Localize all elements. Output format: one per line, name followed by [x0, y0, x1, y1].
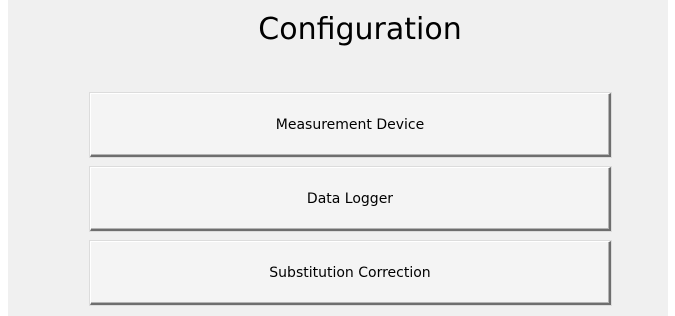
substitution-correction-button-label: Substitution Correction [269, 264, 431, 281]
measurement-device-button-label: Measurement Device [275, 116, 425, 133]
measurement-device-button[interactable]: Measurement Device [90, 93, 611, 157]
data-logger-button-label: Data Logger [306, 190, 394, 207]
substitution-correction-button[interactable]: Substitution Correction [90, 241, 611, 305]
data-logger-button[interactable]: Data Logger [90, 167, 611, 231]
page-title: Configuration [258, 12, 462, 47]
